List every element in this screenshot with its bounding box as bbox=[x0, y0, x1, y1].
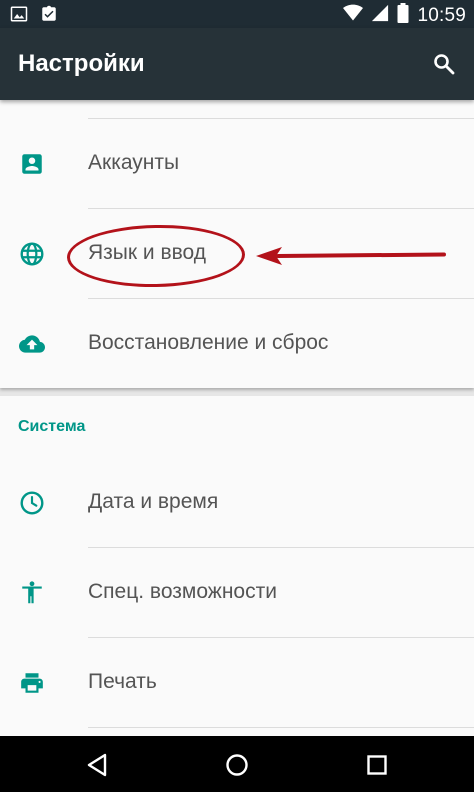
settings-item-accounts[interactable]: Аккаунты bbox=[0, 119, 474, 209]
settings-item-label: Восстановление и сброс bbox=[88, 331, 329, 354]
clipboard-check-icon bbox=[40, 5, 58, 28]
settings-item-label: Аккаунты bbox=[88, 151, 180, 174]
settings-item-backup-reset[interactable]: Восстановление и сброс bbox=[0, 299, 474, 389]
accessibility-icon bbox=[16, 577, 48, 609]
printer-icon bbox=[16, 667, 48, 699]
status-time: 10:59 bbox=[417, 4, 466, 26]
cloud-upload-icon bbox=[16, 328, 48, 360]
battery-icon bbox=[397, 3, 409, 28]
recents-button[interactable] bbox=[362, 750, 392, 780]
wifi-icon bbox=[343, 4, 364, 27]
account-box-icon bbox=[16, 148, 48, 180]
divider bbox=[88, 727, 474, 728]
recents-icon bbox=[367, 755, 387, 775]
settings-item-printing[interactable]: Печать bbox=[0, 638, 474, 728]
back-button[interactable] bbox=[82, 750, 112, 780]
settings-card-system: Система Дата и время Спец. возможности П… bbox=[0, 396, 474, 736]
image-icon bbox=[10, 5, 28, 28]
search-icon bbox=[434, 54, 455, 75]
clock-icon bbox=[16, 487, 48, 519]
status-bar: 10:59 bbox=[0, 0, 474, 28]
page-title: Настройки bbox=[18, 50, 145, 77]
signal-icon bbox=[371, 4, 389, 27]
annotation-arrow bbox=[256, 247, 446, 265]
app-bar: Настройки bbox=[0, 28, 474, 100]
settings-item-label: Дата и время bbox=[88, 490, 219, 513]
globe-icon bbox=[16, 238, 48, 270]
navigation-bar bbox=[0, 736, 474, 792]
home-icon bbox=[226, 754, 248, 776]
search-button[interactable] bbox=[428, 48, 460, 80]
settings-item-label: Спец. возможности bbox=[88, 580, 277, 603]
settings-item-label: Печать bbox=[88, 670, 157, 693]
home-button[interactable] bbox=[222, 750, 252, 780]
settings-item-date-time[interactable]: Дата и время bbox=[0, 458, 474, 548]
section-header-system: Система bbox=[18, 418, 86, 435]
settings-item-accessibility[interactable]: Спец. возможности bbox=[0, 548, 474, 638]
back-icon bbox=[87, 753, 107, 777]
